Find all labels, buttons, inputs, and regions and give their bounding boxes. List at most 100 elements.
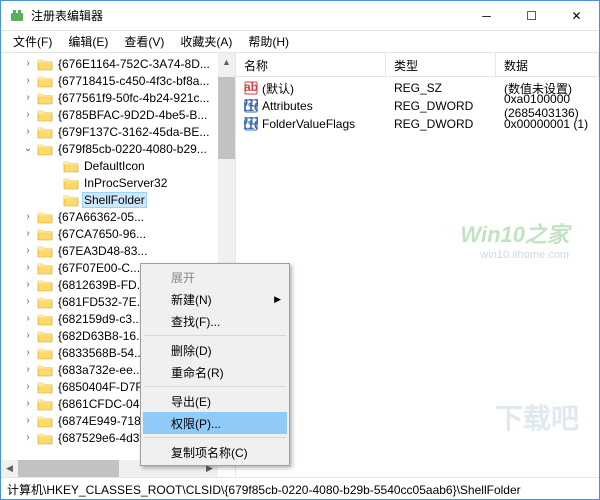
tree-item[interactable]: › {6785BFAC-9D2D-4be5-B... (5, 106, 235, 123)
value-data: 0xa0100000 (2685403136) (496, 92, 599, 120)
value-type: REG_DWORD (386, 117, 496, 131)
scroll-up-button[interactable]: ▲ (218, 53, 235, 70)
folder-icon (37, 125, 53, 139)
scroll-thumb-h[interactable] (18, 460, 119, 477)
ctx-find[interactable]: 查找(F)... (143, 310, 287, 332)
tree-item[interactable]: › {677561f9-50fc-4b24-921c... (5, 89, 235, 106)
value-row[interactable]: FolderValueFlagsREG_DWORD0x00000001 (1) (236, 115, 599, 133)
expand-icon[interactable]: ⌄ (21, 142, 35, 156)
expand-icon[interactable]: › (21, 125, 35, 139)
close-button[interactable]: ✕ (554, 1, 599, 30)
tree-label: InProcServer32 (82, 175, 169, 191)
folder-icon (37, 244, 53, 258)
scroll-thumb[interactable] (218, 77, 235, 159)
scroll-left-button[interactable]: ◀ (1, 460, 18, 477)
expand-icon[interactable]: › (21, 278, 35, 292)
string-value-icon (244, 81, 258, 95)
window-controls: ─ ☐ ✕ (464, 1, 599, 30)
values-pane: 名称 类型 数据 (默认)REG_SZ(数值未设置)AttributesREG_… (236, 53, 599, 477)
col-header-data[interactable]: 数据 (496, 53, 599, 76)
menu-edit[interactable]: 编辑(E) (60, 31, 116, 52)
app-icon (9, 8, 25, 24)
folder-icon (37, 108, 53, 122)
expand-icon[interactable]: › (21, 261, 35, 275)
tree-item[interactable]: InProcServer32 (5, 174, 235, 191)
expand-icon[interactable]: › (21, 57, 35, 71)
ctx-new[interactable]: 新建(N)▶ (143, 288, 287, 310)
expand-icon[interactable]: › (21, 346, 35, 360)
ctx-rename[interactable]: 重命名(R) (143, 361, 287, 383)
content-area: › {676E1164-752C-3A74-8D...›{67718415-c45… (1, 53, 599, 477)
value-row[interactable]: AttributesREG_DWORD0xa0100000 (268540313… (236, 97, 599, 115)
tree-label: {6785BFAC-9D2D-4be5-B... (56, 107, 209, 123)
expand-icon[interactable]: › (21, 363, 35, 377)
minimize-button[interactable]: ─ (464, 1, 509, 30)
value-type: REG_SZ (386, 81, 496, 95)
folder-icon (37, 329, 53, 343)
tree-label: {67CA7650-96... (56, 226, 148, 242)
tree-label: {679f85cb-0220-4080-b29... (56, 141, 209, 157)
tree-item[interactable]: › {676E1164-752C-3A74-8D... (5, 55, 235, 72)
expand-icon[interactable]: › (21, 91, 35, 105)
ctx-expand: 展开 (143, 266, 287, 288)
expand-icon[interactable] (47, 176, 61, 190)
col-header-type[interactable]: 类型 (386, 53, 496, 76)
expand-icon[interactable]: › (21, 227, 35, 241)
maximize-button[interactable]: ☐ (509, 1, 554, 30)
value-name: (默认) (262, 80, 294, 97)
expand-icon[interactable] (47, 193, 61, 207)
tree-label: {6812639B-FD... (56, 277, 149, 293)
expand-icon[interactable]: › (21, 108, 35, 122)
expand-icon[interactable]: › (21, 210, 35, 224)
expand-icon[interactable]: › (21, 74, 35, 88)
folder-icon (63, 176, 79, 190)
tree-label: {676E1164-752C-3A74-8D... (56, 56, 212, 72)
tree-item[interactable]: ›{67A66362-05... (5, 208, 235, 225)
tree-item[interactable]: ShellFolder (5, 191, 235, 208)
folder-icon (37, 261, 53, 275)
separator (144, 386, 286, 387)
submenu-arrow-icon: ▶ (274, 294, 281, 305)
ctx-delete[interactable]: 删除(D) (143, 339, 287, 361)
value-name: Attributes (262, 99, 313, 113)
expand-icon[interactable]: › (21, 295, 35, 309)
expand-icon[interactable] (47, 159, 61, 173)
tree-item[interactable]: ›{67718415-c450-4f3c-bf8a... (5, 72, 235, 89)
folder-icon (37, 74, 53, 88)
tree-item[interactable]: ⌄ {679f85cb-0220-4080-b29... (5, 140, 235, 157)
tree-label: ShellFolder (82, 192, 147, 208)
titlebar[interactable]: 注册表编辑器 ─ ☐ ✕ (1, 1, 599, 31)
expand-icon[interactable]: › (21, 397, 35, 411)
col-header-name[interactable]: 名称 (236, 53, 386, 76)
menubar: 文件(F) 编辑(E) 查看(V) 收藏夹(A) 帮助(H) (1, 31, 599, 53)
tree-item[interactable]: › {67EA3D48-83... (5, 242, 235, 259)
expand-icon[interactable]: › (21, 380, 35, 394)
tree-label: DefaultIcon (82, 158, 147, 174)
ctx-permissions[interactable]: 权限(P)... (143, 412, 287, 434)
ctx-copy-key-name[interactable]: 复制项名称(C) (143, 441, 287, 463)
menu-file[interactable]: 文件(F) (5, 31, 60, 52)
tree-item[interactable]: ›{679F137C-3162-45da-BE... (5, 123, 235, 140)
tree-item[interactable]: › {67CA7650-96... (5, 225, 235, 242)
tree-label: {677561f9-50fc-4b24-921c... (56, 90, 211, 106)
tree-label: {682D63B8-16... (56, 328, 148, 344)
expand-icon[interactable]: › (21, 244, 35, 258)
menu-view[interactable]: 查看(V) (116, 31, 172, 52)
expand-icon[interactable]: › (21, 329, 35, 343)
values-list[interactable]: (默认)REG_SZ(数值未设置)AttributesREG_DWORD0xa0… (236, 77, 599, 477)
tree-label: {67F07E00-C... (56, 260, 142, 276)
expand-icon[interactable]: › (21, 414, 35, 428)
folder-icon (37, 431, 53, 445)
tree-label: {67EA3D48-83... (56, 243, 149, 259)
regedit-window: 注册表编辑器 ─ ☐ ✕ 文件(F) 编辑(E) 查看(V) 收藏夹(A) 帮助… (0, 0, 600, 500)
tree-item[interactable]: DefaultIcon (5, 157, 235, 174)
expand-icon[interactable]: › (21, 431, 35, 445)
ctx-export[interactable]: 导出(E) (143, 390, 287, 412)
tree-label: {681FD532-7E... (56, 294, 149, 310)
separator (144, 335, 286, 336)
folder-icon (37, 414, 53, 428)
folder-icon (37, 227, 53, 241)
menu-favorites[interactable]: 收藏夹(A) (172, 31, 240, 52)
expand-icon[interactable]: › (21, 312, 35, 326)
menu-help[interactable]: 帮助(H) (240, 31, 297, 52)
